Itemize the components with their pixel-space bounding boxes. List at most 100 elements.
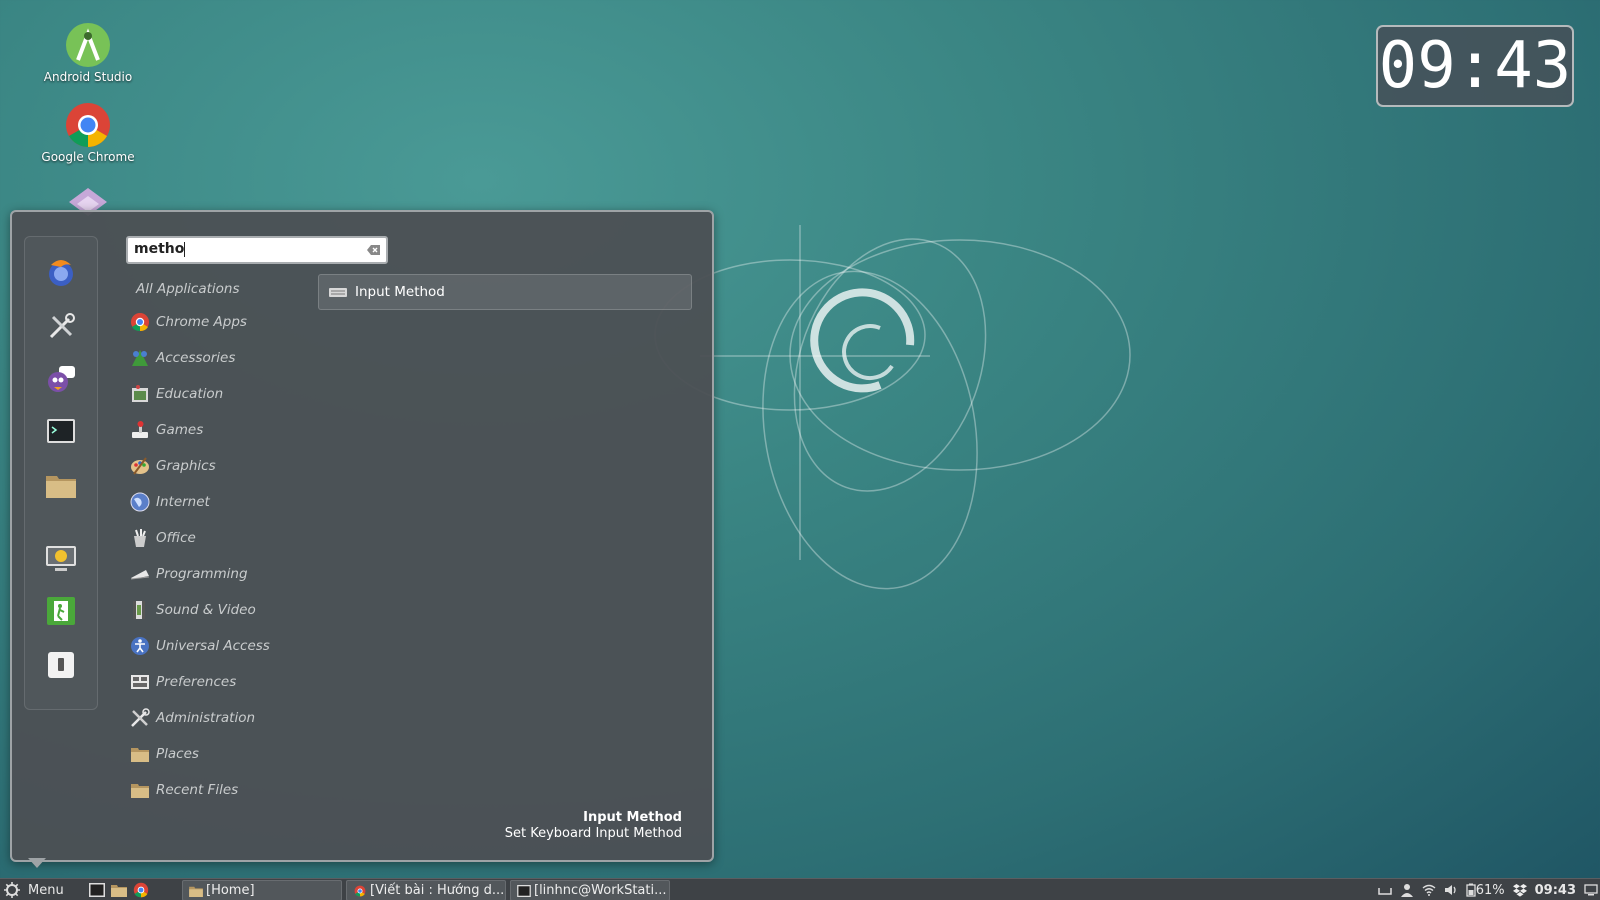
window-label: [linhnc@WorkStati... xyxy=(534,883,667,898)
show-desktop-icon[interactable] xyxy=(1584,883,1598,897)
category-sound-video[interactable]: Sound & Video xyxy=(130,592,330,628)
window-label: [Viết bài : Hướng d... xyxy=(370,883,505,898)
category-label: Administration xyxy=(156,710,256,726)
category-programming[interactable]: Programming xyxy=(130,556,330,592)
category-label: Graphics xyxy=(156,458,216,474)
terminal-icon xyxy=(517,884,531,897)
window-chrome[interactable]: [Viết bài : Hướng d... xyxy=(346,880,506,900)
fav-shutdown[interactable] xyxy=(43,647,79,683)
result-input-method[interactable]: Input Method xyxy=(318,274,692,310)
folder-icon xyxy=(111,885,127,897)
folder-icon xyxy=(130,744,150,764)
result-label: Input Method xyxy=(355,284,445,300)
window-label: [Home] xyxy=(206,883,255,898)
category-label: Games xyxy=(156,422,204,438)
launcher-chrome[interactable] xyxy=(132,881,150,899)
accessories-icon xyxy=(130,348,150,368)
category-administration[interactable]: Administration xyxy=(130,700,330,736)
desktop-google-chrome[interactable]: Google Chrome xyxy=(33,102,143,164)
fav-settings[interactable] xyxy=(43,309,79,345)
category-label: Internet xyxy=(156,494,210,510)
category-internet[interactable]: Internet xyxy=(130,484,330,520)
folder-icon xyxy=(46,476,76,498)
category-education[interactable]: Education xyxy=(130,376,330,412)
app-description: Input Method Set Keyboard Input Method xyxy=(505,810,682,842)
wifi-icon[interactable] xyxy=(1422,883,1436,897)
category-preferences[interactable]: Preferences xyxy=(130,664,330,700)
battery-indicator[interactable]: 61% xyxy=(1466,883,1505,898)
text-caret xyxy=(184,241,186,257)
search-text: metho xyxy=(134,241,185,257)
category-label: Universal Access xyxy=(156,638,270,654)
fav-logout[interactable] xyxy=(43,593,79,629)
category-universal-access[interactable]: Universal Access xyxy=(130,628,330,664)
fav-files[interactable] xyxy=(43,467,79,503)
shutdown-icon xyxy=(48,652,74,678)
category-chrome-apps[interactable]: Chrome Apps xyxy=(130,304,330,340)
search-input[interactable]: metho xyxy=(126,236,388,264)
category-office[interactable]: Office xyxy=(130,520,330,556)
games-icon xyxy=(130,420,150,440)
android-studio-icon xyxy=(65,22,111,68)
category-label: Preferences xyxy=(156,674,237,690)
universal-access-icon xyxy=(130,636,150,656)
category-label: Recent Files xyxy=(156,782,239,798)
keyboard-layout-icon[interactable] xyxy=(1377,883,1392,897)
category-games[interactable]: Games xyxy=(130,412,330,448)
fav-lock-screen[interactable] xyxy=(43,541,79,577)
category-list: All Applications Chrome Apps Accessories… xyxy=(130,274,330,808)
category-places[interactable]: Places xyxy=(130,736,330,772)
category-recent-files[interactable]: Recent Files xyxy=(130,772,330,808)
fav-terminal[interactable] xyxy=(43,413,79,449)
window-home[interactable]: [Home] xyxy=(182,880,342,900)
taskbar: Menu [Home] [Viết bài : Hướng d... [linh… xyxy=(0,878,1600,900)
preferences-icon xyxy=(130,672,150,692)
category-label: Sound & Video xyxy=(156,602,256,618)
graphics-icon xyxy=(130,456,150,476)
terminal-icon xyxy=(89,883,105,897)
category-label: Programming xyxy=(156,566,248,582)
chrome-icon xyxy=(354,885,366,896)
folder-icon xyxy=(189,886,203,897)
category-accessories[interactable]: Accessories xyxy=(130,340,330,376)
chrome-icon xyxy=(65,102,111,148)
menu-pointer xyxy=(28,858,46,868)
education-icon xyxy=(130,384,150,404)
category-all-applications[interactable]: All Applications xyxy=(130,274,330,304)
clear-search-icon[interactable] xyxy=(367,244,381,256)
category-label: Office xyxy=(156,530,196,546)
programming-icon xyxy=(130,564,150,584)
launcher-terminal[interactable] xyxy=(88,881,106,899)
gear-icon xyxy=(4,882,20,898)
office-icon xyxy=(130,528,150,548)
sound-video-icon xyxy=(130,600,150,620)
dropbox-icon[interactable] xyxy=(1512,883,1527,897)
lock-screen-icon xyxy=(46,546,76,571)
launcher-files[interactable] xyxy=(110,881,128,899)
taskbar-clock[interactable]: 09:43 xyxy=(1535,883,1576,898)
settings-icon xyxy=(49,313,75,339)
logout-icon xyxy=(47,597,75,625)
fav-chat[interactable] xyxy=(43,361,79,397)
folder-icon xyxy=(130,780,150,800)
category-label: Chrome Apps xyxy=(156,314,247,330)
description-subtitle: Set Keyboard Input Method xyxy=(504,826,682,841)
window-terminal[interactable]: [linhnc@WorkStati... xyxy=(510,880,670,900)
description-title: Input Method xyxy=(583,810,682,825)
category-label: Education xyxy=(156,386,224,402)
volume-icon[interactable] xyxy=(1444,883,1458,897)
administration-icon xyxy=(130,708,150,728)
category-graphics[interactable]: Graphics xyxy=(130,448,330,484)
desktop-icon-label: Google Chrome xyxy=(41,150,135,164)
keyboard-icon xyxy=(329,288,347,297)
chrome-icon xyxy=(130,312,150,332)
menu-button[interactable]: Menu xyxy=(4,881,64,899)
application-menu: metho All Applications Chrome Apps Acces… xyxy=(10,210,714,862)
desktop-icon-label: Android Studio xyxy=(43,70,133,84)
fav-web-browser[interactable] xyxy=(43,255,79,291)
favorites-panel xyxy=(24,236,98,710)
category-label: Places xyxy=(156,746,199,762)
user-icon[interactable] xyxy=(1400,883,1414,897)
desktop-android-studio[interactable]: Android Studio xyxy=(33,22,143,84)
internet-icon xyxy=(130,492,150,512)
